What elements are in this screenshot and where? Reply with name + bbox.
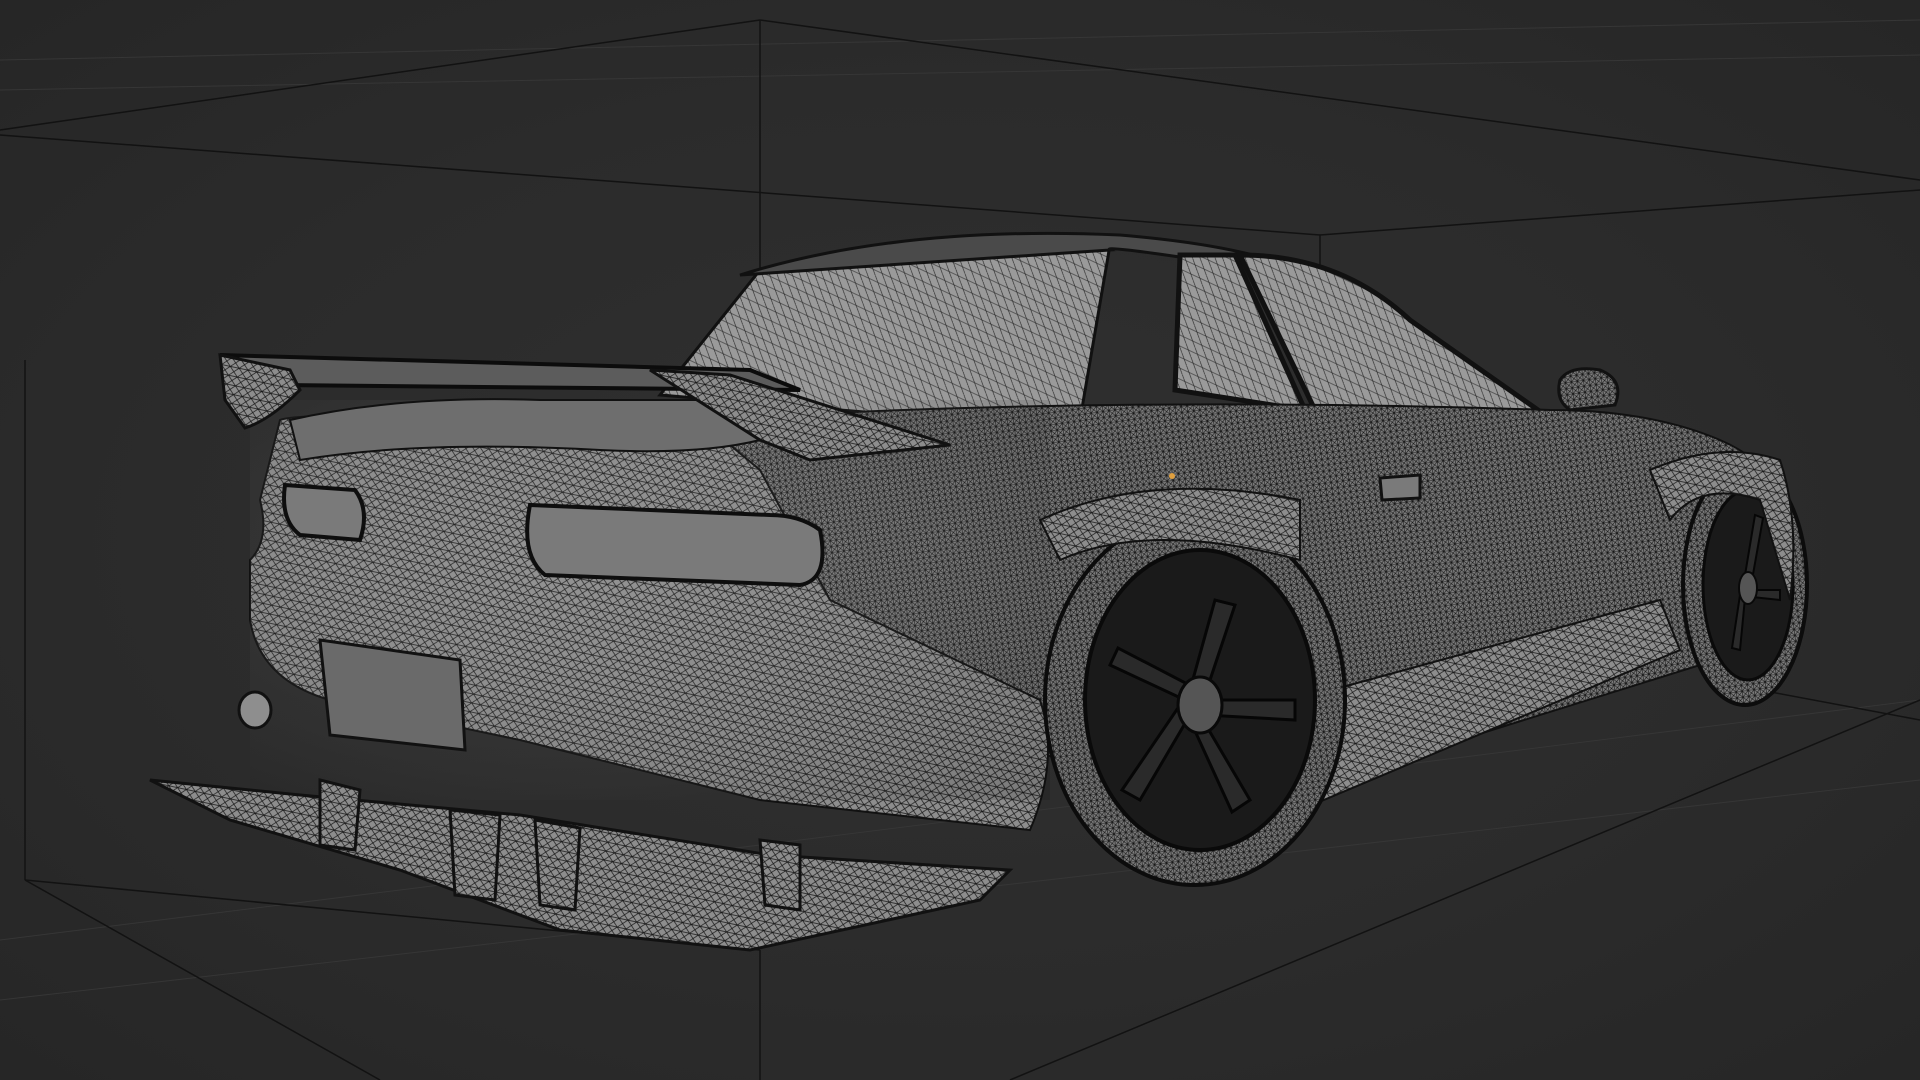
door-handle: [1378, 473, 1422, 502]
viewport-canvas[interactable]: [0, 0, 1920, 1080]
exhaust-pipe: [237, 690, 273, 730]
rear-wheel[interactable]: [1043, 513, 1347, 887]
taillight-left: [282, 482, 366, 543]
taillight-right: [525, 502, 825, 588]
side-mirror: [1557, 367, 1620, 412]
license-plate-recess: [318, 638, 467, 752]
3d-viewport[interactable]: [0, 0, 1920, 1080]
object-origin-point[interactable]: [1169, 473, 1175, 479]
car-mesh[interactable]: [149, 231, 1809, 952]
